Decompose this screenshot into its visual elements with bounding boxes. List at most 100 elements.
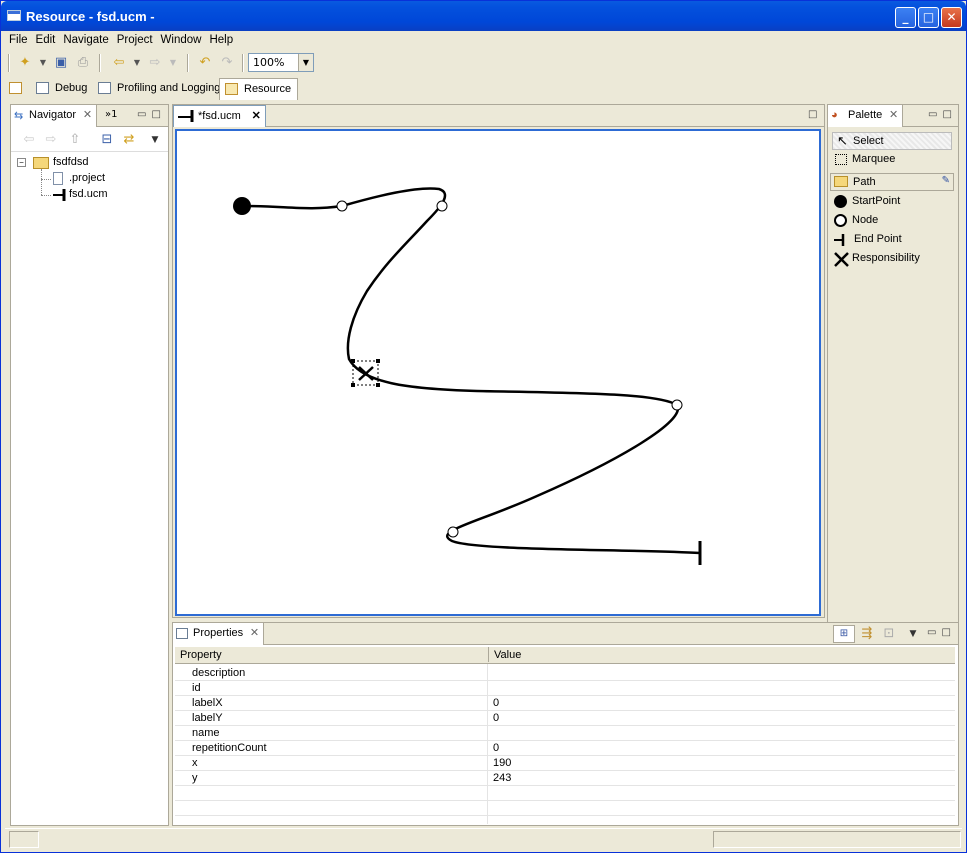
start-point-icon (834, 195, 847, 208)
minimize-button[interactable]: _ (895, 7, 916, 28)
toolbar-separator (242, 54, 244, 72)
back-icon[interactable]: ⇦ (19, 130, 39, 150)
properties-icon (176, 628, 188, 639)
column-header-property[interactable]: Property (180, 649, 222, 661)
menu-project[interactable]: Project (113, 32, 157, 48)
tab-palette[interactable]: ◕ Palette ✕ (828, 105, 904, 127)
up-icon[interactable]: ⇧ (65, 130, 85, 150)
perspective-profiling[interactable]: Profiling and Logging (93, 78, 226, 100)
table-row[interactable]: y 243 (175, 771, 955, 786)
view-minmax-icons[interactable]: ▭□ (137, 109, 166, 120)
chevron-down-icon[interactable]: ▼ (298, 54, 313, 71)
title-bar[interactable]: Resource - fsd.ucm - _ □ ✕ (1, 1, 966, 31)
pin-icon[interactable]: ✎ (942, 175, 950, 186)
table-row-empty (175, 801, 955, 816)
menu-navigate[interactable]: Navigate (59, 32, 112, 48)
profiling-perspective-icon (98, 82, 111, 94)
start-point[interactable] (233, 197, 251, 215)
new-wizard-icon[interactable]: ✦ (15, 53, 35, 73)
responsibility-selected[interactable] (351, 359, 380, 387)
link-with-editor-icon[interactable]: ⇄ (119, 130, 139, 150)
tab-overflow[interactable]: »1 (105, 109, 117, 120)
palette-item-endpoint[interactable]: End Point (832, 231, 952, 249)
forward-dropdown-icon[interactable]: ▼ (163, 53, 183, 73)
palette-item-node[interactable]: Node (832, 212, 952, 230)
forward-icon[interactable]: ⇨ (145, 53, 165, 73)
palette-icon: ◕ (831, 109, 838, 121)
tab-navigator[interactable]: ⇆ Navigator ✕ (11, 105, 98, 127)
table-row[interactable]: name (175, 726, 955, 741)
collapse-icon[interactable]: − (17, 158, 26, 167)
close-button[interactable]: ✕ (941, 7, 962, 28)
close-tab-icon[interactable]: ✕ (889, 108, 898, 121)
zoom-combo[interactable]: 100% ▼ (248, 53, 314, 72)
menu-file[interactable]: File (5, 32, 32, 48)
close-tab-icon[interactable]: ✕ (252, 109, 261, 122)
back-icon[interactable]: ⇦ (109, 53, 129, 73)
close-tab-icon[interactable]: ✕ (83, 108, 92, 121)
view-menu-icon[interactable]: ▼ (145, 130, 165, 150)
tree-item-project-root[interactable]: − fsdfdsd (17, 155, 147, 171)
table-row[interactable]: labelY 0 (175, 711, 955, 726)
filter-advanced-icon[interactable]: ⇶ (857, 624, 877, 644)
restore-default-icon[interactable]: ⊡ (879, 624, 899, 644)
zoom-value: 100% (253, 56, 285, 69)
show-categories-icon[interactable]: ⊞ (833, 625, 855, 643)
main-toolbar: ✦ ▼ ▣ ⎙ ⇦ ▼ ⇨ ▼ ↶ ↷ 100% ▼ (5, 51, 960, 75)
path-node[interactable] (671, 399, 683, 411)
column-header-value[interactable]: Value (488, 647, 521, 662)
toolbar-separator (99, 54, 101, 72)
tab-fsd-ucm[interactable]: *fsd.ucm ✕ (173, 105, 266, 127)
ucm-file-icon (53, 189, 66, 201)
perspective-debug[interactable]: Debug (31, 78, 93, 100)
menu-bar: File Edit Navigate Project Window Help (5, 32, 237, 50)
navigator-tabbar: ⇆ Navigator ✕ »1 ▭□ (11, 105, 168, 127)
palette-drawer-path[interactable]: Path ✎ (830, 173, 954, 191)
tab-properties[interactable]: Properties ✕ (173, 623, 265, 645)
palette-tool-select[interactable]: ↖ Select (832, 132, 952, 150)
path-node[interactable] (447, 526, 459, 538)
redo-icon[interactable]: ↷ (217, 53, 237, 73)
view-minmax-icons[interactable]: ▭□ (928, 109, 957, 120)
tree-item-ucm-file[interactable]: fsd.ucm (41, 187, 141, 203)
responsibility-icon (834, 252, 849, 267)
table-row[interactable]: x 190 (175, 756, 955, 771)
editor-area: *fsd.ucm ✕ □ (172, 104, 825, 618)
navigator-toolbar: ⇦ ⇨ ⇧ ⊟ ⇄ ▼ (11, 128, 168, 152)
table-row[interactable]: labelX 0 (175, 696, 955, 711)
print-icon[interactable]: ⎙ (73, 53, 93, 73)
save-icon[interactable]: ▣ (51, 53, 71, 73)
app-window: Resource - fsd.ucm - _ □ ✕ File Edit Navig… (0, 0, 967, 853)
new-dropdown-icon[interactable]: ▼ (33, 53, 53, 73)
collapse-all-icon[interactable]: ⊟ (97, 130, 117, 150)
view-minmax-icons[interactable]: ▭□ (927, 627, 956, 638)
file-icon (53, 172, 63, 185)
palette-item-startpoint[interactable]: StartPoint (832, 193, 952, 211)
menu-help[interactable]: Help (205, 32, 237, 48)
table-row[interactable]: description (175, 666, 955, 681)
ucm-path[interactable] (241, 187, 701, 555)
properties-view: Properties ✕ ⊞ ⇶ ⊡ ▼ ▭□ Property Value d… (172, 622, 959, 826)
undo-icon[interactable]: ↶ (195, 53, 215, 73)
close-tab-icon[interactable]: ✕ (250, 626, 259, 639)
path-node[interactable] (336, 200, 348, 212)
ucm-diagram-canvas[interactable] (175, 129, 821, 616)
open-perspective-button[interactable] (5, 78, 31, 100)
path-node[interactable] (436, 200, 448, 212)
menu-window[interactable]: Window (157, 32, 206, 48)
menu-edit[interactable]: Edit (32, 32, 60, 48)
palette-tool-marquee[interactable]: Marquee (832, 151, 952, 169)
table-row[interactable]: id (175, 681, 955, 696)
maximize-editor-icon[interactable]: □ (808, 109, 822, 120)
tree-item-file[interactable]: .project (41, 171, 141, 187)
tree-connector (41, 195, 51, 196)
maximize-button[interactable]: □ (918, 7, 939, 28)
table-row[interactable]: repetitionCount 0 (175, 741, 955, 756)
status-bar (5, 828, 962, 848)
perspective-resource[interactable]: Resource (219, 78, 299, 100)
back-dropdown-icon[interactable]: ▼ (127, 53, 147, 73)
table-row-empty (175, 786, 955, 801)
view-menu-icon[interactable]: ▼ (903, 624, 923, 644)
forward-icon[interactable]: ⇨ (41, 130, 61, 150)
palette-item-responsibility[interactable]: Responsibility (832, 250, 952, 268)
